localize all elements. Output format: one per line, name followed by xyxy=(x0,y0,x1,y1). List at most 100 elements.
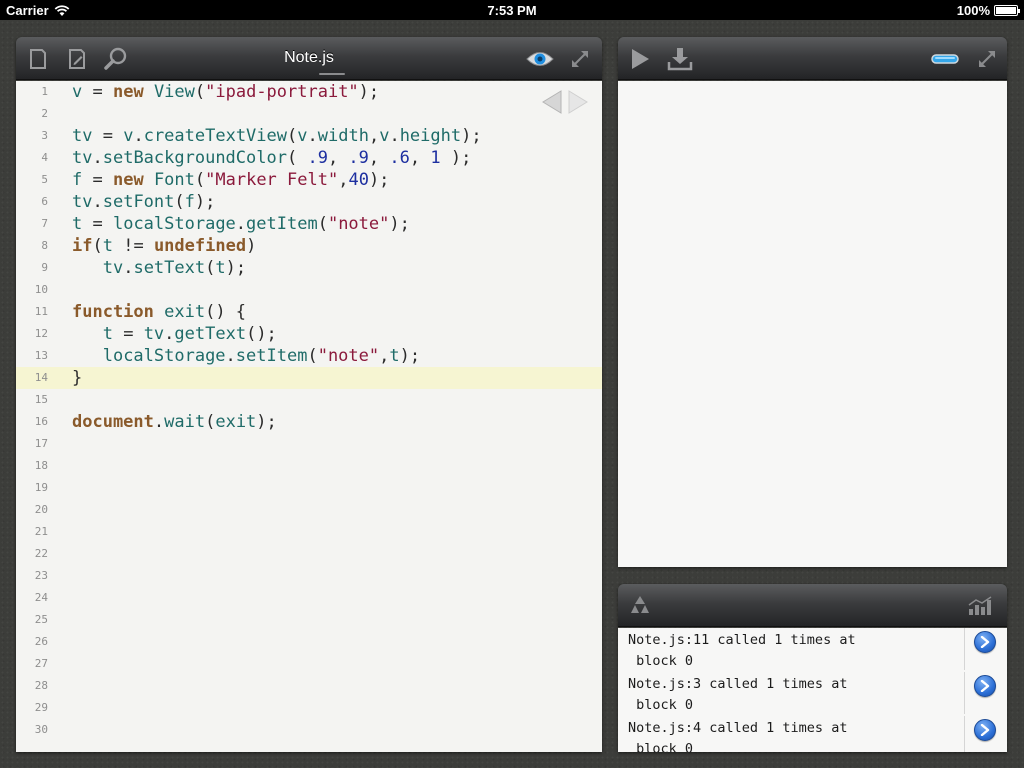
recycle-icon[interactable] xyxy=(626,592,654,620)
code-text: document.wait(exit); xyxy=(72,412,277,432)
code-line[interactable]: 1 v = new View("ipad-portrait"); xyxy=(16,81,602,103)
line-number: 15 xyxy=(34,393,48,406)
line-number: 1 xyxy=(41,85,48,98)
line-number: 7 xyxy=(41,217,48,230)
toggle-icon[interactable] xyxy=(929,45,961,73)
editor-panel: Note.js 1v = new View("ipad-portrait"); … xyxy=(16,37,602,752)
line-number: 6 xyxy=(41,195,48,208)
line-number: 8 xyxy=(41,239,48,252)
code-line[interactable]: 6 tv.setFont(f); xyxy=(16,191,602,213)
line-number: 4 xyxy=(41,151,48,164)
log-divider xyxy=(964,672,965,714)
play-icon[interactable] xyxy=(626,45,654,73)
line-number: 23 xyxy=(34,569,48,582)
code-line[interactable]: 25 xyxy=(16,609,602,631)
line-number: 2 xyxy=(41,107,48,120)
expand-icon[interactable] xyxy=(566,45,594,73)
code-line[interactable]: 20 xyxy=(16,499,602,521)
log-text: Note.js:11 called 1 times at block 0 xyxy=(628,632,856,669)
code-line[interactable]: 23 xyxy=(16,565,602,587)
title-underline xyxy=(319,73,345,75)
code-line[interactable]: 21 xyxy=(16,521,602,543)
code-line[interactable]: 17 xyxy=(16,433,602,455)
line-number: 14 xyxy=(34,371,48,384)
carrier-group: Carrier xyxy=(6,3,70,18)
code-line[interactable]: 28 xyxy=(16,675,602,697)
battery-percent: 100% xyxy=(956,3,990,18)
chart-icon[interactable] xyxy=(966,592,994,620)
line-number: 3 xyxy=(41,129,48,142)
log-text: Note.js:3 called 1 times at block 0 xyxy=(628,676,848,713)
console-toolbar xyxy=(618,584,1007,627)
code-line[interactable]: 7 t = localStorage.getItem("note"); xyxy=(16,213,602,235)
code-text: tv.setText(t); xyxy=(102,258,247,278)
code-text: function exit() { xyxy=(72,302,247,322)
status-bar: Carrier 7:53 PM 100% xyxy=(0,0,1024,20)
code-line[interactable]: 10 xyxy=(16,279,602,301)
code-line[interactable]: 27 xyxy=(16,653,602,675)
line-number: 21 xyxy=(34,525,48,538)
line-number: 10 xyxy=(34,283,48,296)
code-line[interactable]: 4 tv.setBackgroundColor( .9, .9, .6, 1 ); xyxy=(16,147,602,169)
line-number: 25 xyxy=(34,613,48,626)
disclosure-icon[interactable] xyxy=(974,631,996,653)
code-text: f = new Font("Marker Felt",40); xyxy=(72,170,390,190)
log-text: Note.js:4 called 1 times at block 0 xyxy=(628,720,848,752)
code-line[interactable]: 18 xyxy=(16,455,602,477)
code-line[interactable]: 14} xyxy=(16,367,602,389)
eye-icon[interactable] xyxy=(524,45,556,73)
line-number: 12 xyxy=(34,327,48,340)
preview-panel xyxy=(618,37,1007,567)
line-number: 9 xyxy=(41,261,48,274)
line-number: 13 xyxy=(34,349,48,362)
line-number: 22 xyxy=(34,547,48,560)
log-entry[interactable]: Note.js:11 called 1 times at block 0 xyxy=(618,628,1007,672)
code-text: t = tv.getText(); xyxy=(102,324,277,344)
line-number: 5 xyxy=(41,173,48,186)
code-text: if(t != undefined) xyxy=(72,236,257,256)
code-text: tv = v.createTextView(v.width,v.height); xyxy=(72,126,482,146)
code-line[interactable]: 16 document.wait(exit); xyxy=(16,411,602,433)
console-log[interactable]: Note.js:11 called 1 times at block 0 Note… xyxy=(618,628,1007,752)
code-text: } xyxy=(72,368,83,388)
code-line[interactable]: 5 f = new Font("Marker Felt",40); xyxy=(16,169,602,191)
line-number: 11 xyxy=(34,305,48,318)
code-text: v = new View("ipad-portrait"); xyxy=(72,82,380,102)
battery-icon xyxy=(994,5,1020,16)
code-line[interactable]: 30 xyxy=(16,719,602,741)
code-line[interactable]: 3 tv = v.createTextView(v.width,v.height)… xyxy=(16,125,602,147)
code-text: localStorage.setItem("note",t); xyxy=(102,346,421,366)
battery-group: 100% xyxy=(956,3,1020,18)
code-text: tv.setBackgroundColor( .9, .9, .6, 1 ); xyxy=(72,148,472,168)
code-line[interactable]: 13 localStorage.setItem("note",t); xyxy=(16,345,602,367)
code-line[interactable]: 15 xyxy=(16,389,602,411)
preview-canvas[interactable] xyxy=(618,81,1007,567)
editor-title: Note.js xyxy=(284,49,334,66)
code-line[interactable]: 24 xyxy=(16,587,602,609)
wifi-icon xyxy=(54,4,69,16)
line-number: 30 xyxy=(34,723,48,736)
code-line[interactable]: 26 xyxy=(16,631,602,653)
line-number: 28 xyxy=(34,679,48,692)
disclosure-icon[interactable] xyxy=(974,719,996,741)
line-number: 27 xyxy=(34,657,48,670)
carrier-label: Carrier xyxy=(6,3,49,18)
log-entry[interactable]: Note.js:4 called 1 times at block 0 xyxy=(618,716,1007,752)
line-number: 18 xyxy=(34,459,48,472)
expand-icon[interactable] xyxy=(973,45,1001,73)
line-number: 20 xyxy=(34,503,48,516)
clock: 7:53 PM xyxy=(487,3,537,18)
code-line[interactable]: 11 function exit() { xyxy=(16,301,602,323)
code-line[interactable]: 22 xyxy=(16,543,602,565)
code-line[interactable]: 12 t = tv.getText(); xyxy=(16,323,602,345)
log-entry[interactable]: Note.js:3 called 1 times at block 0 xyxy=(618,672,1007,716)
code-line[interactable]: 19 xyxy=(16,477,602,499)
disclosure-icon[interactable] xyxy=(974,675,996,697)
code-line[interactable]: 9 tv.setText(t); xyxy=(16,257,602,279)
download-icon[interactable] xyxy=(666,45,694,73)
code-line[interactable]: 29 xyxy=(16,697,602,719)
code-editor[interactable]: 1v = new View("ipad-portrait"); 2 3 tv = v.… xyxy=(16,81,602,752)
code-line[interactable]: 2 xyxy=(16,103,602,125)
code-line[interactable]: 8 if(t != undefined) xyxy=(16,235,602,257)
line-number: 16 xyxy=(34,415,48,428)
